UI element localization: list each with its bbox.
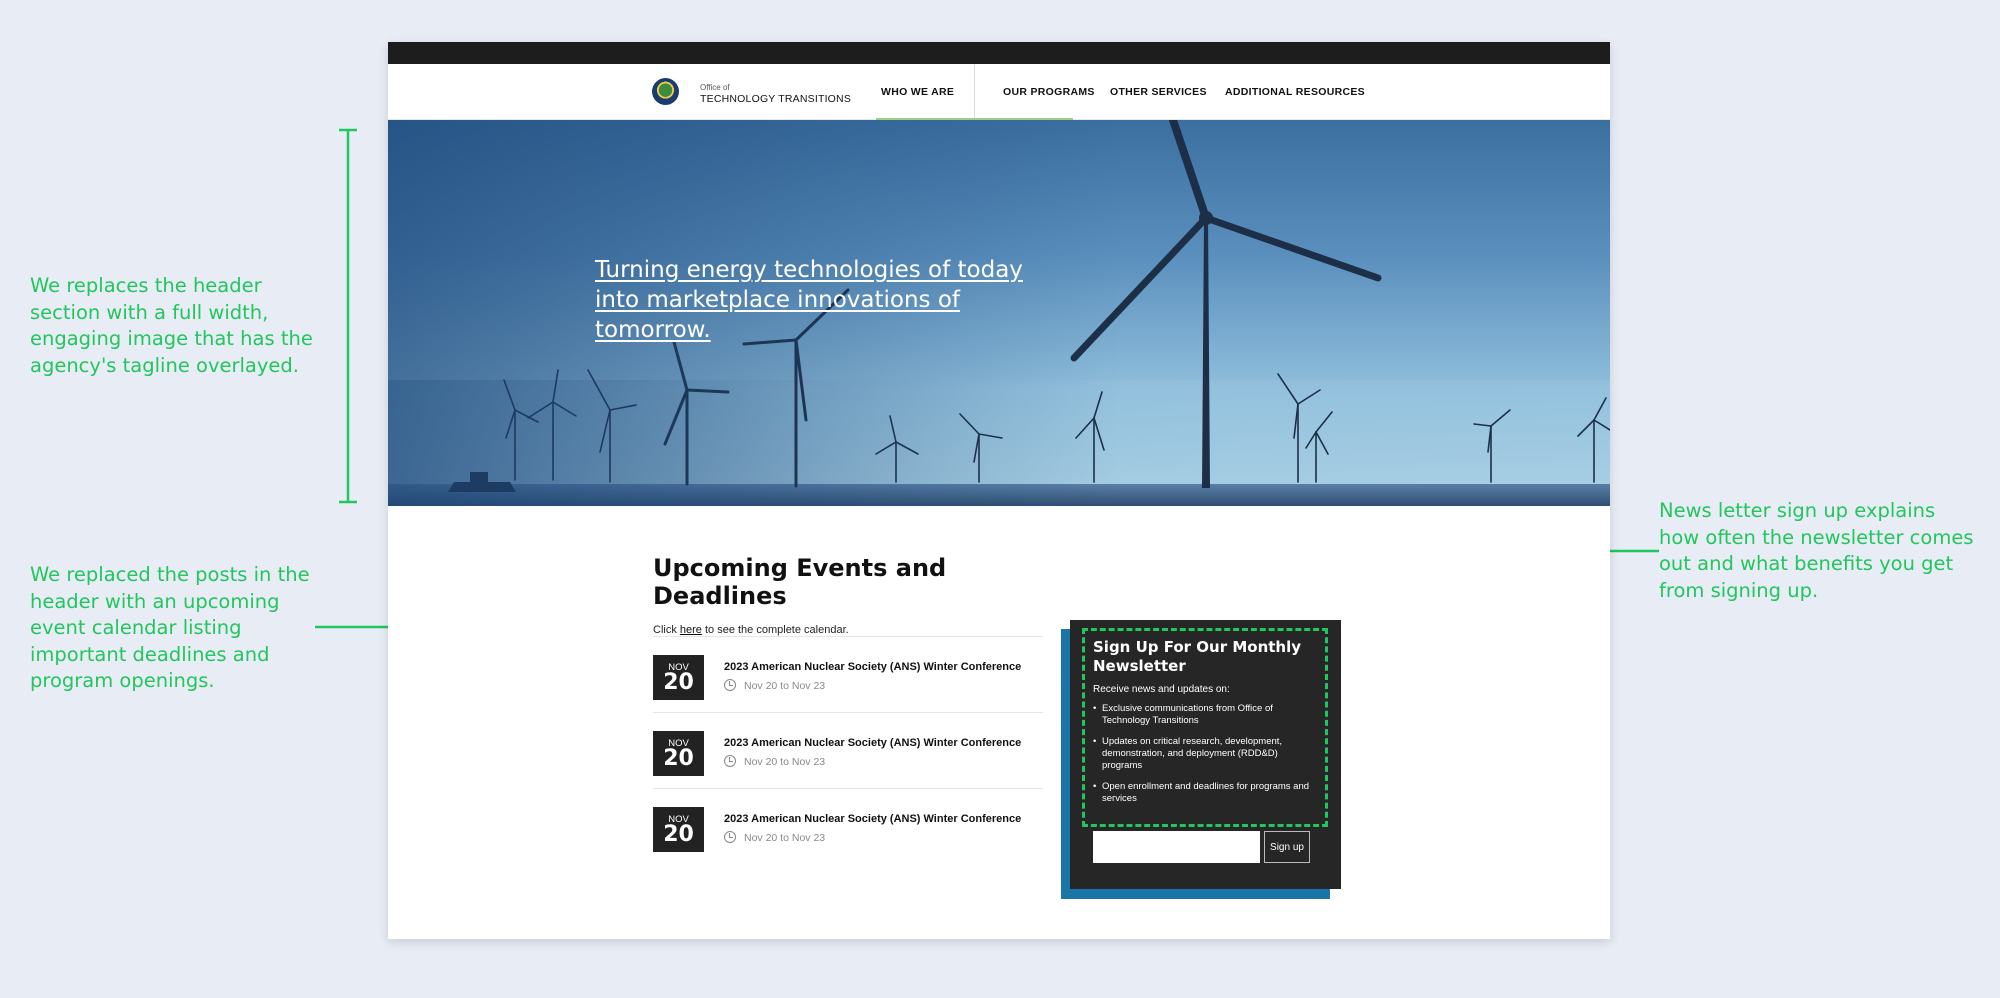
newsletter-annotation: News letter sign up explains how often t…	[1659, 499, 1974, 602]
clock-icon	[724, 831, 736, 843]
hero-banner: Turning energy technologies of today int…	[388, 120, 1610, 506]
brand-prefix: Office of	[700, 83, 730, 92]
event-item[interactable]: NOV 20 2023 American Nuclear Society (AN…	[653, 636, 1043, 712]
event-day: 20	[663, 670, 694, 695]
event-title[interactable]: 2023 American Nuclear Society (ANS) Wint…	[724, 737, 1021, 749]
brand[interactable]: Office of TECHNOLOGY TRANSITIONS	[700, 83, 851, 105]
event-title[interactable]: 2023 American Nuclear Society (ANS) Wint…	[724, 661, 1021, 673]
header-annotation: We replaces the header section with a fu…	[30, 274, 313, 377]
event-title[interactable]: 2023 American Nuclear Society (ANS) Wint…	[724, 813, 1021, 825]
events-title: Upcoming Events and Deadlines	[653, 554, 947, 610]
signup-button[interactable]: Sign up	[1264, 831, 1310, 863]
main-navigation: Office of TECHNOLOGY TRANSITIONS WHO WE …	[388, 64, 1610, 120]
doe-seal-logo[interactable]	[652, 78, 679, 105]
event-day: 20	[663, 746, 694, 771]
event-item[interactable]: NOV 20 2023 American Nuclear Society (AN…	[653, 712, 1043, 788]
event-date-badge: NOV 20	[653, 655, 704, 700]
website-mockup: Office of TECHNOLOGY TRANSITIONS WHO WE …	[388, 42, 1610, 939]
events-annotation: We replaced the posts in the header with…	[30, 563, 310, 692]
events-section: Upcoming Events and Deadlines Click here…	[653, 554, 1043, 864]
calendar-hint: Click here to see the complete calendar.	[653, 624, 849, 636]
nav-who-we-are[interactable]: WHO WE ARE	[881, 64, 954, 120]
event-dates: Nov 20 to Nov 23	[724, 831, 825, 844]
calendar-link[interactable]: here	[680, 624, 702, 636]
event-date-badge: NOV 20	[653, 807, 704, 852]
hero-tagline[interactable]: Turning energy technologies of today int…	[595, 255, 1045, 345]
newsletter-signup: Sign Up For Our Monthly Newsletter Recei…	[1070, 620, 1341, 889]
brand-name: TECHNOLOGY TRANSITIONS	[700, 93, 852, 105]
nav-divider	[974, 64, 975, 120]
clock-icon	[724, 679, 736, 691]
event-dates: Nov 20 to Nov 23	[724, 679, 825, 692]
top-bar	[388, 42, 1610, 64]
event-dates: Nov 20 to Nov 23	[724, 755, 825, 768]
event-day: 20	[663, 822, 694, 847]
nav-other-services[interactable]: OTHER SERVICES	[1110, 64, 1207, 120]
event-date-badge: NOV 20	[653, 731, 704, 776]
newsletter-email-input[interactable]	[1093, 831, 1260, 863]
nav-our-programs[interactable]: OUR PROGRAMS	[1003, 64, 1095, 120]
clock-icon	[724, 755, 736, 767]
nav-additional-resources[interactable]: ADDITIONAL RESOURCES	[1225, 64, 1365, 120]
newsletter-highlight-box	[1082, 628, 1328, 827]
event-item[interactable]: NOV 20 2023 American Nuclear Society (AN…	[653, 788, 1043, 864]
